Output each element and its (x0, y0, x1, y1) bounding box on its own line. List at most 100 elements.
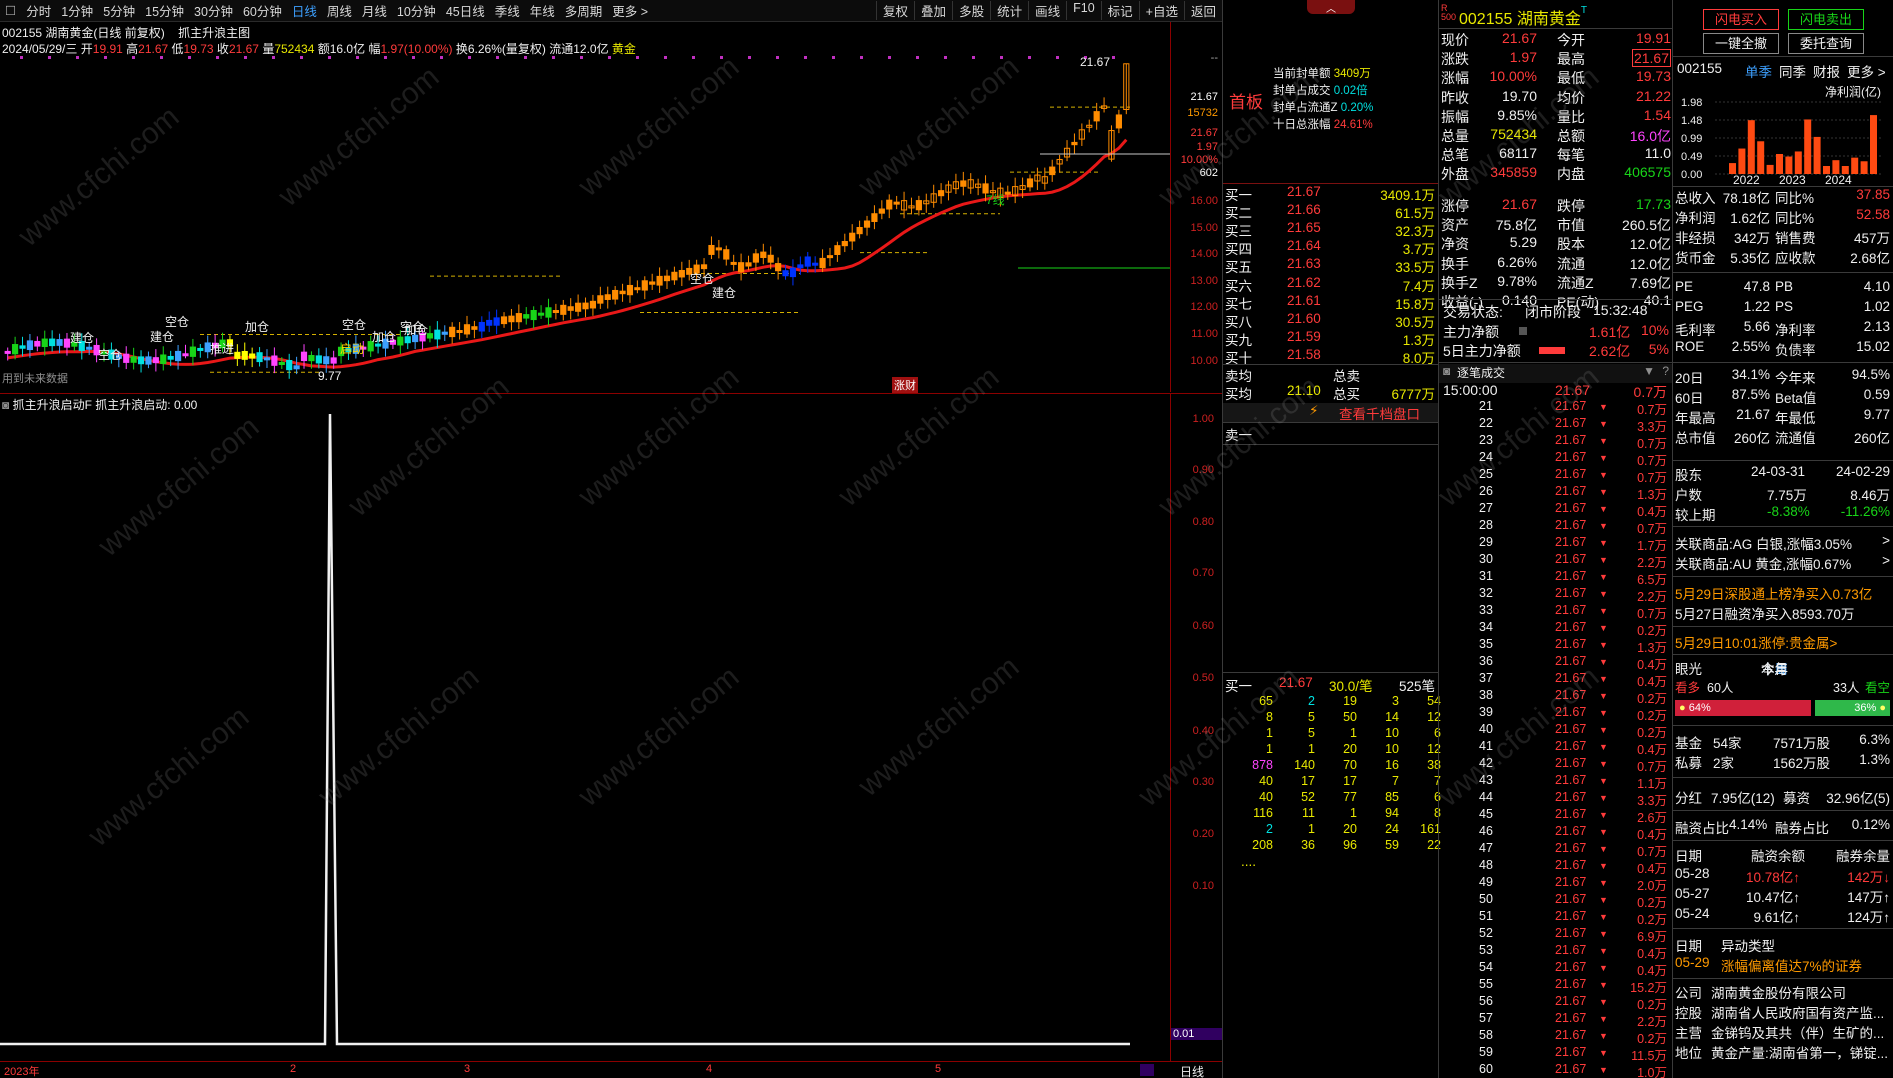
queue-more[interactable]: .... (1241, 854, 1457, 873)
kline-chart[interactable]: 空仓建仓加仓 空仓推进 启动加仓空仓建仓空仓加仓空仓建仓7线21.679.77 (0, 56, 1170, 392)
period-tab[interactable]: 年线 (525, 1, 560, 20)
chevron-right-icon[interactable]: > (1882, 553, 1890, 568)
profit-bar[interactable] (1860, 161, 1868, 174)
period-tab[interactable]: 日线 (287, 1, 322, 20)
toolbar-button[interactable]: 叠加 (914, 1, 952, 20)
company-row[interactable]: 主营 金锑钨及其共（伴）生矿的... (1673, 1022, 1893, 1042)
profit-bar[interactable] (1804, 119, 1812, 174)
buy-level-row[interactable]: 买二 21.66 61.5万 (1223, 202, 1439, 221)
news-item-2[interactable]: 5月27日融资净买入8593.70万 (1675, 603, 1854, 623)
event-tag[interactable]: 涨财 (892, 377, 918, 393)
seal-deal-label: 封单占成交 (1273, 85, 1331, 97)
fund-tab[interactable]: 更多 > (1847, 65, 1886, 80)
fund-tab[interactable]: 单季 (1745, 65, 1772, 80)
buy-level-row[interactable]: 买三 21.65 32.3万 (1223, 220, 1439, 239)
flash-sell-button[interactable]: 闪电卖出 (1788, 9, 1864, 30)
tick-price: 21.67 (1555, 1062, 1587, 1076)
buy-level-row[interactable]: 买四 21.64 3.7万 (1223, 238, 1439, 257)
period-tab[interactable]: 1分钟 (56, 1, 98, 20)
depth-link[interactable]: 查看千档盘口 (1339, 403, 1420, 423)
company-row[interactable]: 控股 湖南省人民政府国有资产监... (1673, 1002, 1893, 1022)
inst-pct: 1.3% (1859, 752, 1890, 767)
queue-cell: 20 (1343, 742, 1357, 756)
period-tab[interactable]: 更多 > (607, 1, 653, 20)
period-tab[interactable]: 5分钟 (98, 1, 140, 20)
inst-row[interactable]: 私募 2家 1562万股 1.3% (1673, 752, 1893, 772)
buy-level-row[interactable]: 买六 21.62 7.4万 (1223, 275, 1439, 294)
profit-bar[interactable] (1851, 157, 1859, 174)
view-tab[interactable]: 本年 (1761, 658, 1788, 678)
company-row[interactable]: 公司 湖南黄金股份有限公司 (1673, 982, 1893, 1002)
metric-label: 毛利率 (1675, 323, 1716, 338)
flash-buy-button[interactable]: 闪电买入 (1703, 9, 1779, 30)
dropdown-icon[interactable]: ▼ (1643, 364, 1655, 378)
profit-bar[interactable] (1870, 115, 1877, 174)
cancel-all-button[interactable]: 一键全撤 (1703, 33, 1779, 54)
tick-price: 21.67 (1555, 688, 1587, 702)
toolbar-button[interactable]: 统计 (990, 1, 1028, 20)
tick-dir-icon: ▼ (1599, 759, 1608, 769)
help-icon[interactable]: ? (1662, 364, 1669, 378)
stock-name[interactable]: 湖南黄金 (1517, 11, 1581, 28)
abn-type[interactable]: 涨幅偏离值达7%的证券 (1721, 955, 1862, 975)
toolbar-button[interactable]: +自选 (1138, 1, 1184, 20)
toolbar-button[interactable]: 画线 (1028, 1, 1066, 20)
company-row[interactable]: 地位 黄金产量:湖南省第一，锑锭... (1673, 1042, 1893, 1062)
period-tab[interactable]: 45日线 (441, 1, 490, 20)
ticks-title[interactable]: 逐笔成交 (1457, 364, 1505, 381)
period-tab[interactable]: 60分钟 (238, 1, 287, 20)
menu-icon[interactable]: ☐ (0, 3, 21, 18)
sector-tag[interactable]: 黄金 (612, 42, 636, 56)
related-commodity-2[interactable]: 关联商品:AU 黄金,涨幅0.67% (1675, 553, 1851, 573)
profit-chart[interactable]: 1.98 1.48 0.99 0.49 0.00 2022 2023 2024 (1673, 80, 1893, 186)
profit-bar[interactable] (1776, 154, 1783, 174)
period-tab[interactable]: 季线 (490, 1, 525, 20)
scroll-marker[interactable] (1140, 1064, 1154, 1076)
inst-row[interactable]: 基金 54家 7571万股 6.3% (1673, 732, 1893, 752)
chevron-right-icon[interactable]: > (1882, 533, 1890, 548)
related-commodity-1[interactable]: 关联商品:AG 白银,涨幅3.05% (1675, 533, 1852, 553)
tick-price: 21.67 (1555, 416, 1587, 430)
info-icon[interactable] (1519, 327, 1527, 335)
period-tab[interactable]: 10分钟 (392, 1, 441, 20)
indicator-panel[interactable]: ◙ 抓主升浪启动F 抓主升浪启动: 0.00 (0, 393, 1170, 1061)
buy-level-row[interactable]: 买五 21.63 33.5万 (1223, 256, 1439, 275)
period-tab[interactable]: 多周期 (560, 1, 608, 20)
order-query-button[interactable]: 委托查询 (1788, 33, 1864, 54)
period-tab[interactable]: 分时 (21, 1, 56, 20)
fund-tab[interactable]: 同季 (1779, 65, 1806, 80)
buy-level-row[interactable]: 买七 21.61 15.8万 (1223, 293, 1439, 312)
profit-bar[interactable] (1747, 120, 1755, 174)
profit-bar[interactable] (1832, 160, 1840, 174)
period-tab[interactable]: 15分钟 (140, 1, 189, 20)
toolbar-button[interactable]: F10 (1066, 1, 1101, 20)
profit-bar[interactable] (1813, 136, 1821, 174)
queue-cell: 1 (1266, 742, 1273, 756)
period-tab[interactable]: 30分钟 (189, 1, 238, 20)
profit-bar[interactable] (1738, 148, 1746, 174)
queue-cell: 11 (1302, 806, 1315, 820)
buy-level-row[interactable]: 买九 21.59 1.3万 (1223, 329, 1439, 348)
five-net-pct: 5% (1648, 341, 1669, 357)
period-indicator[interactable]: 日线 (1180, 1063, 1204, 1078)
news-item-1[interactable]: 5月29日深股通上榜净买入0.73亿 (1675, 583, 1872, 603)
toolbar-button[interactable]: 标记 (1100, 1, 1139, 20)
buy-level-row[interactable]: 买八 21.60 30.5万 (1223, 311, 1439, 330)
price-tick: 11.00 (1191, 328, 1218, 340)
ticks-menu-icon[interactable]: ◙ (1443, 364, 1450, 378)
profit-bar[interactable] (1757, 141, 1765, 174)
period-tab[interactable]: 周线 (322, 1, 357, 20)
profit-bar[interactable] (1785, 156, 1793, 174)
formula-name[interactable]: 抓主升浪主图 (178, 26, 250, 40)
profit-bar[interactable] (1794, 151, 1802, 174)
news-item-3[interactable]: 5月29日10:01涨停:贵金属> (1675, 632, 1837, 652)
buy-level-row[interactable]: 买一 21.67 3409.1万 (1223, 184, 1439, 203)
toolbar-button[interactable]: 多股 (952, 1, 990, 20)
toolbar-button[interactable]: 返回 (1183, 1, 1222, 20)
profit-bar[interactable] (1766, 164, 1774, 174)
period-tab[interactable]: 月线 (357, 1, 392, 20)
toolbar-button[interactable]: 复权 (876, 1, 914, 20)
fund-tab[interactable]: 财报 (1813, 65, 1840, 80)
short-ratio-label: 融券占比 (1775, 821, 1829, 836)
collapse-arrow-icon[interactable]: ︿ (1307, 0, 1355, 15)
